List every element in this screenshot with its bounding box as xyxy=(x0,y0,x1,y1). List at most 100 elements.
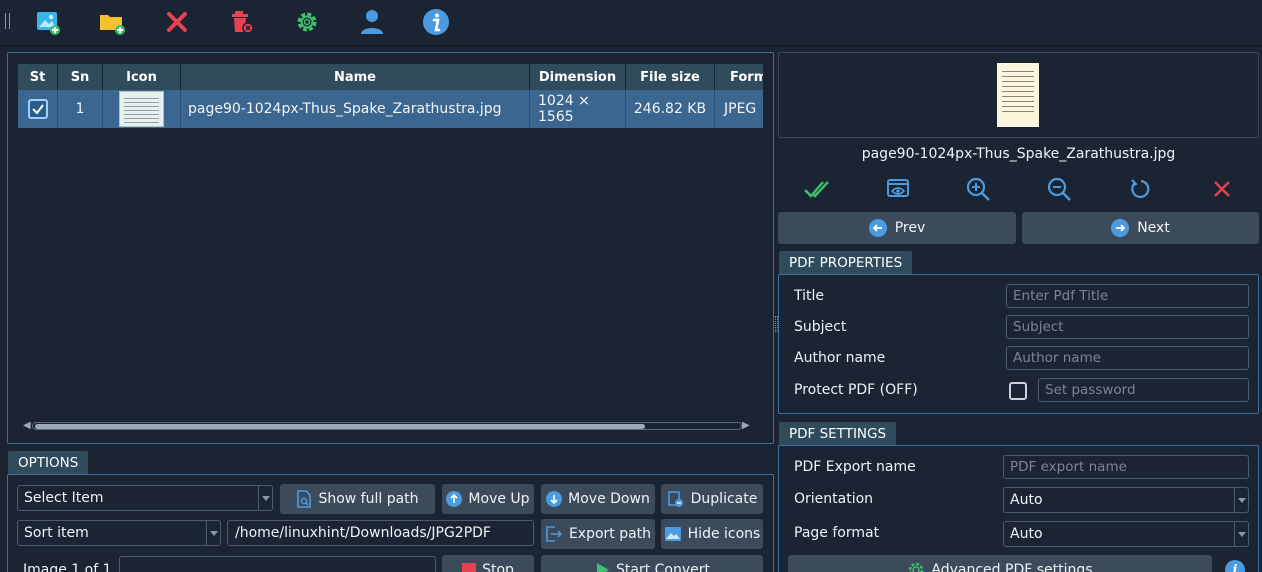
image-count-label: Image 1 of 1 xyxy=(23,562,112,572)
hide-icons-label: Hide icons xyxy=(687,526,761,542)
info-button[interactable] xyxy=(420,6,452,38)
export-icon xyxy=(546,526,563,542)
table-row[interactable]: 1 page90-1024px-Thus_Spake_Zarathustra.j… xyxy=(18,90,763,128)
remove-button[interactable] xyxy=(161,6,193,38)
path-value: /home/linuxhint/Downloads/JPG2PDF xyxy=(235,525,491,541)
hide-icons-button[interactable]: Hide icons xyxy=(661,519,763,549)
preview-filename: page90-1024px-Thus_Spake_Zarathustra.jpg xyxy=(861,146,1176,162)
export-name-label: PDF Export name xyxy=(794,459,916,475)
horizontal-scrollbar[interactable]: ◀ ▶ xyxy=(22,420,752,432)
icon-cell xyxy=(103,90,181,128)
preview-eye-icon xyxy=(887,179,909,197)
play-icon xyxy=(596,563,609,572)
orientation-select[interactable]: Auto xyxy=(1003,487,1249,513)
close-icon xyxy=(167,12,187,32)
add-folder-button[interactable] xyxy=(96,6,128,38)
orientation-value: Auto xyxy=(1010,492,1043,508)
double-check-icon xyxy=(804,181,829,198)
gear-icon xyxy=(297,12,317,32)
protect-pdf-label: Protect PDF (OFF) xyxy=(794,382,918,398)
subject-input[interactable] xyxy=(1006,315,1249,339)
user-button[interactable] xyxy=(356,6,388,38)
gear-icon xyxy=(909,562,924,572)
password-input[interactable] xyxy=(1038,378,1249,402)
dimension-height: 1565 xyxy=(538,109,574,125)
move-down-label: Move Down xyxy=(568,491,650,507)
move-down-button[interactable]: Move Down xyxy=(541,484,655,514)
info-icon xyxy=(423,9,449,35)
chevron-down-icon xyxy=(206,521,220,545)
start-convert-label: Start Convert xyxy=(615,562,710,572)
arrow-right-icon xyxy=(1111,219,1130,237)
select-item-value: Select Item xyxy=(24,490,104,506)
zoom-out-button[interactable] xyxy=(1042,174,1076,204)
settings-button[interactable] xyxy=(291,6,323,38)
arrow-left-icon xyxy=(868,219,887,237)
document-search-icon xyxy=(297,490,312,508)
column-header-status[interactable]: St xyxy=(18,64,58,90)
column-header-dimension[interactable]: Dimension xyxy=(530,64,626,90)
check-all-button[interactable] xyxy=(800,174,834,204)
sort-item-dropdown[interactable]: Sort item xyxy=(17,520,221,546)
show-full-path-label: Show full path xyxy=(318,491,419,507)
show-full-path-button[interactable]: Show full path xyxy=(280,484,435,514)
zoom-in-button[interactable] xyxy=(961,174,995,204)
row-checkbox[interactable] xyxy=(27,99,48,119)
trash-icon xyxy=(232,11,254,34)
export-path-button[interactable]: Export path xyxy=(541,519,655,549)
pdf-title-input[interactable] xyxy=(1006,284,1249,308)
stop-button[interactable]: Stop xyxy=(442,555,534,572)
next-button-label: Next xyxy=(1137,220,1170,236)
advanced-pdf-settings-button[interactable]: Advanced PDF settings xyxy=(788,555,1212,572)
dimension-cell: 1024 × 1565 xyxy=(530,90,626,128)
file-table: St Sn Icon Name Dimension File size Form… xyxy=(18,64,763,128)
add-image-button[interactable] xyxy=(32,6,64,38)
arrow-down-icon xyxy=(546,491,563,507)
pdf-settings-title: PDF SETTINGS xyxy=(779,422,897,445)
progress-bar xyxy=(119,556,436,572)
thumbnail-image xyxy=(119,91,164,127)
title-label: Title xyxy=(794,288,825,304)
view-image-button[interactable] xyxy=(881,174,915,204)
export-path-label: Export path xyxy=(568,526,652,542)
close-preview-button[interactable] xyxy=(1205,174,1239,204)
scroll-left-arrow-icon[interactable]: ◀ xyxy=(23,420,31,431)
prev-button[interactable]: Prev xyxy=(778,212,1016,244)
start-convert-button[interactable]: Start Convert xyxy=(541,555,763,572)
file-size-cell: 246.82 KB xyxy=(626,90,715,128)
advanced-pdf-settings-label: Advanced PDF settings xyxy=(931,562,1093,572)
column-header-serial[interactable]: Sn xyxy=(58,64,103,90)
scrollbar-thumb[interactable] xyxy=(35,424,645,429)
toolbar-grip-handle[interactable] xyxy=(5,13,10,29)
next-button[interactable]: Next xyxy=(1022,212,1259,244)
export-name-input[interactable] xyxy=(1003,455,1249,479)
clear-all-button[interactable] xyxy=(226,6,258,38)
protect-pdf-checkbox[interactable] xyxy=(1009,382,1027,400)
page-format-select[interactable]: Auto xyxy=(1003,521,1249,547)
chevron-down-icon xyxy=(1234,522,1248,546)
path-field[interactable]: /home/linuxhint/Downloads/JPG2PDF xyxy=(227,520,534,546)
add-folder-icon xyxy=(100,15,125,35)
select-item-dropdown[interactable]: Select Item xyxy=(17,485,273,511)
orientation-label: Orientation xyxy=(794,491,874,507)
author-label: Author name xyxy=(794,350,886,366)
column-header-icon[interactable]: Icon xyxy=(103,64,181,90)
move-up-button[interactable]: Move Up xyxy=(442,484,534,514)
toolbar xyxy=(0,0,1262,46)
zoom-out-icon xyxy=(1047,177,1071,201)
user-icon xyxy=(361,10,383,34)
dimension-width: 1024 × xyxy=(538,93,590,109)
column-header-file-size[interactable]: File size xyxy=(626,64,715,90)
page-format-label: Page format xyxy=(794,525,880,541)
scroll-right-arrow-icon[interactable]: ▶ xyxy=(742,420,750,431)
status-cell xyxy=(18,90,58,128)
column-header-name[interactable]: Name xyxy=(181,64,530,90)
duplicate-button[interactable]: Duplicate xyxy=(661,484,763,514)
options-title: OPTIONS xyxy=(8,451,89,474)
rotate-icon xyxy=(1131,179,1150,199)
format-cell: JPEG xyxy=(724,101,757,117)
rotate-button[interactable] xyxy=(1124,174,1158,204)
author-input[interactable] xyxy=(1006,346,1249,370)
column-header-format[interactable]: Form xyxy=(715,64,763,90)
zoom-in-icon xyxy=(966,177,990,201)
